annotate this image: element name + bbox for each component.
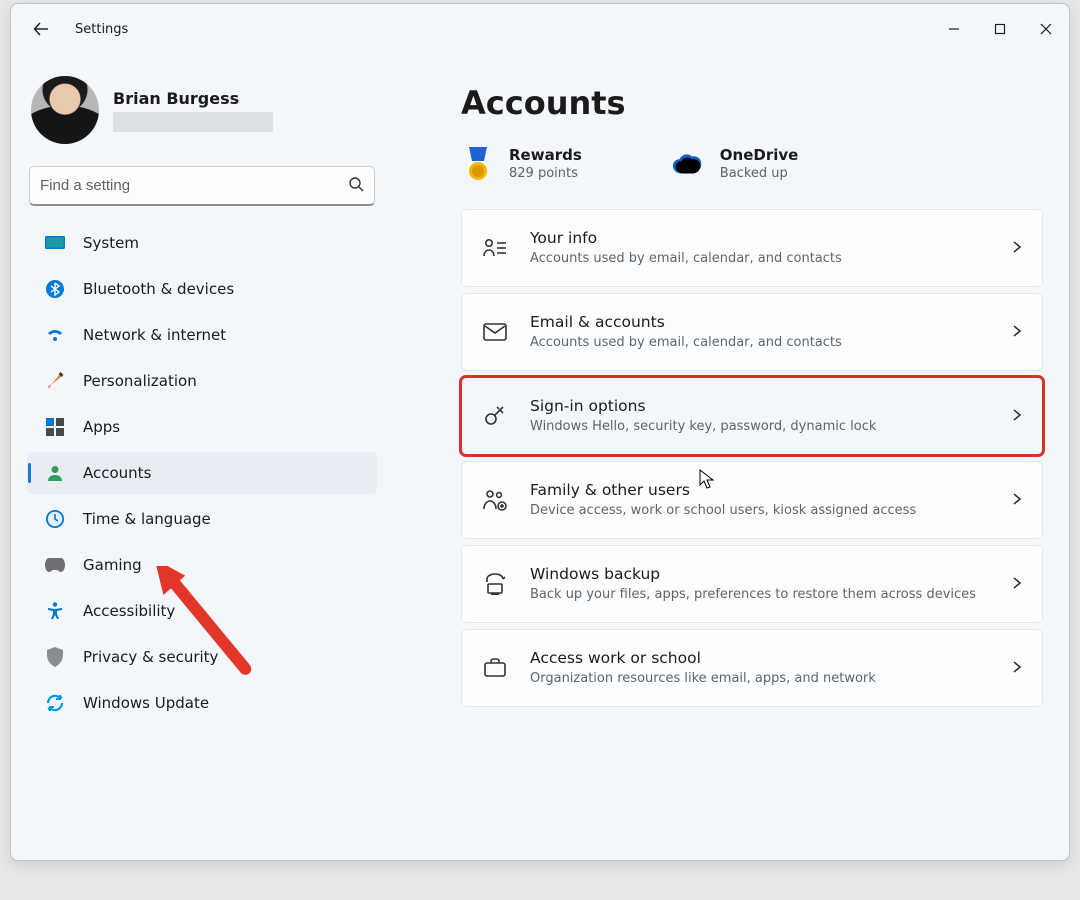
accounts-tiles: Your info Accounts used by email, calend…	[461, 209, 1043, 707]
user-email	[113, 112, 273, 132]
sidebar-item-label: Bluetooth & devices	[83, 280, 234, 298]
sidebar-item-label: Accounts	[83, 464, 151, 482]
search-input[interactable]	[40, 177, 348, 194]
onedrive-status[interactable]: OneDrive Backed up	[672, 146, 799, 181]
sidebar-item-accounts[interactable]: Accounts	[27, 452, 377, 494]
titlebar: Settings	[11, 4, 1069, 54]
sidebar-item-label: Network & internet	[83, 326, 226, 344]
sidebar-item-accessibility[interactable]: Accessibility	[27, 590, 377, 632]
rewards-title: Rewards	[509, 146, 582, 164]
bluetooth-icon	[45, 279, 65, 299]
search-box[interactable]	[29, 166, 375, 206]
user-name: Brian Burgess	[113, 89, 273, 108]
nav-list: System Bluetooth & devices Network & int…	[23, 222, 381, 724]
window-controls	[931, 9, 1069, 49]
sidebar-item-network[interactable]: Network & internet	[27, 314, 377, 356]
sidebar-item-bluetooth[interactable]: Bluetooth & devices	[27, 268, 377, 310]
person-icon	[45, 463, 65, 483]
briefcase-icon	[482, 655, 508, 681]
your-info-icon	[482, 235, 508, 261]
tile-sub: Organization resources like email, apps,…	[530, 670, 988, 688]
back-button[interactable]	[21, 9, 61, 49]
minimize-button[interactable]	[931, 9, 977, 49]
onedrive-sub: Backed up	[720, 166, 799, 181]
backup-icon	[482, 571, 508, 597]
accessibility-icon	[45, 601, 65, 621]
tile-title: Access work or school	[530, 649, 988, 667]
tile-title: Family & other users	[530, 481, 988, 499]
sidebar-item-label: Privacy & security	[83, 648, 218, 666]
sidebar: Brian Burgess System	[11, 54, 391, 860]
chevron-right-icon	[1010, 239, 1024, 258]
tile-sub: Accounts used by email, calendar, and co…	[530, 334, 988, 352]
apps-icon	[45, 417, 65, 437]
rewards-status[interactable]: Rewards 829 points	[461, 146, 582, 181]
tile-title: Your info	[530, 229, 988, 247]
main-content: Accounts Rewards 829 points	[391, 54, 1069, 860]
onedrive-title: OneDrive	[720, 146, 799, 164]
clock-icon	[45, 509, 65, 529]
app-title: Settings	[75, 22, 128, 37]
tile-work[interactable]: Access work or school Organization resou…	[461, 629, 1043, 707]
shield-icon	[45, 647, 65, 667]
system-icon	[45, 233, 65, 253]
chevron-right-icon	[1010, 323, 1024, 342]
tile-title: Email & accounts	[530, 313, 988, 331]
tile-backup[interactable]: Windows backup Back up your files, apps,…	[461, 545, 1043, 623]
update-icon	[45, 693, 65, 713]
chevron-right-icon	[1010, 407, 1024, 426]
mail-icon	[482, 319, 508, 345]
tile-your-info[interactable]: Your info Accounts used by email, calend…	[461, 209, 1043, 287]
sidebar-item-time[interactable]: Time & language	[27, 498, 377, 540]
page-title: Accounts	[461, 84, 1043, 122]
rewards-sub: 829 points	[509, 166, 582, 181]
sidebar-item-update[interactable]: Windows Update	[27, 682, 377, 724]
sidebar-item-gaming[interactable]: Gaming	[27, 544, 377, 586]
key-icon	[482, 403, 508, 429]
sidebar-item-privacy[interactable]: Privacy & security	[27, 636, 377, 678]
sidebar-item-label: Gaming	[83, 556, 142, 574]
close-button[interactable]	[1023, 9, 1069, 49]
tile-sub: Windows Hello, security key, password, d…	[530, 418, 988, 436]
status-row: Rewards 829 points OneDrive Backed up	[461, 146, 1043, 181]
tile-family[interactable]: Family & other users Device access, work…	[461, 461, 1043, 539]
cloud-icon	[672, 147, 706, 181]
rewards-icon	[461, 147, 495, 181]
sidebar-item-label: Accessibility	[83, 602, 175, 620]
chevron-right-icon	[1010, 659, 1024, 678]
sidebar-item-label: Windows Update	[83, 694, 209, 712]
family-icon	[482, 487, 508, 513]
sidebar-item-label: Personalization	[83, 372, 197, 390]
sidebar-item-label: System	[83, 234, 139, 252]
tile-title: Windows backup	[530, 565, 988, 583]
sidebar-item-label: Time & language	[83, 510, 211, 528]
chevron-right-icon	[1010, 491, 1024, 510]
brush-icon	[45, 371, 65, 391]
tile-sub: Device access, work or school users, kio…	[530, 502, 988, 520]
sidebar-item-personalization[interactable]: Personalization	[27, 360, 377, 402]
tile-sub: Back up your files, apps, preferences to…	[530, 586, 988, 604]
user-block[interactable]: Brian Burgess	[23, 72, 381, 156]
tile-email[interactable]: Email & accounts Accounts used by email,…	[461, 293, 1043, 371]
wifi-icon	[45, 325, 65, 345]
chevron-right-icon	[1010, 575, 1024, 594]
tile-signin[interactable]: Sign-in options Windows Hello, security …	[461, 377, 1043, 455]
gamepad-icon	[45, 555, 65, 575]
settings-window: Settings Brian Burgess	[10, 3, 1070, 861]
maximize-button[interactable]	[977, 9, 1023, 49]
avatar	[31, 76, 99, 144]
tile-sub: Accounts used by email, calendar, and co…	[530, 250, 988, 268]
sidebar-item-apps[interactable]: Apps	[27, 406, 377, 448]
search-icon	[348, 176, 364, 196]
tile-title: Sign-in options	[530, 397, 988, 415]
sidebar-item-label: Apps	[83, 418, 120, 436]
sidebar-item-system[interactable]: System	[27, 222, 377, 264]
